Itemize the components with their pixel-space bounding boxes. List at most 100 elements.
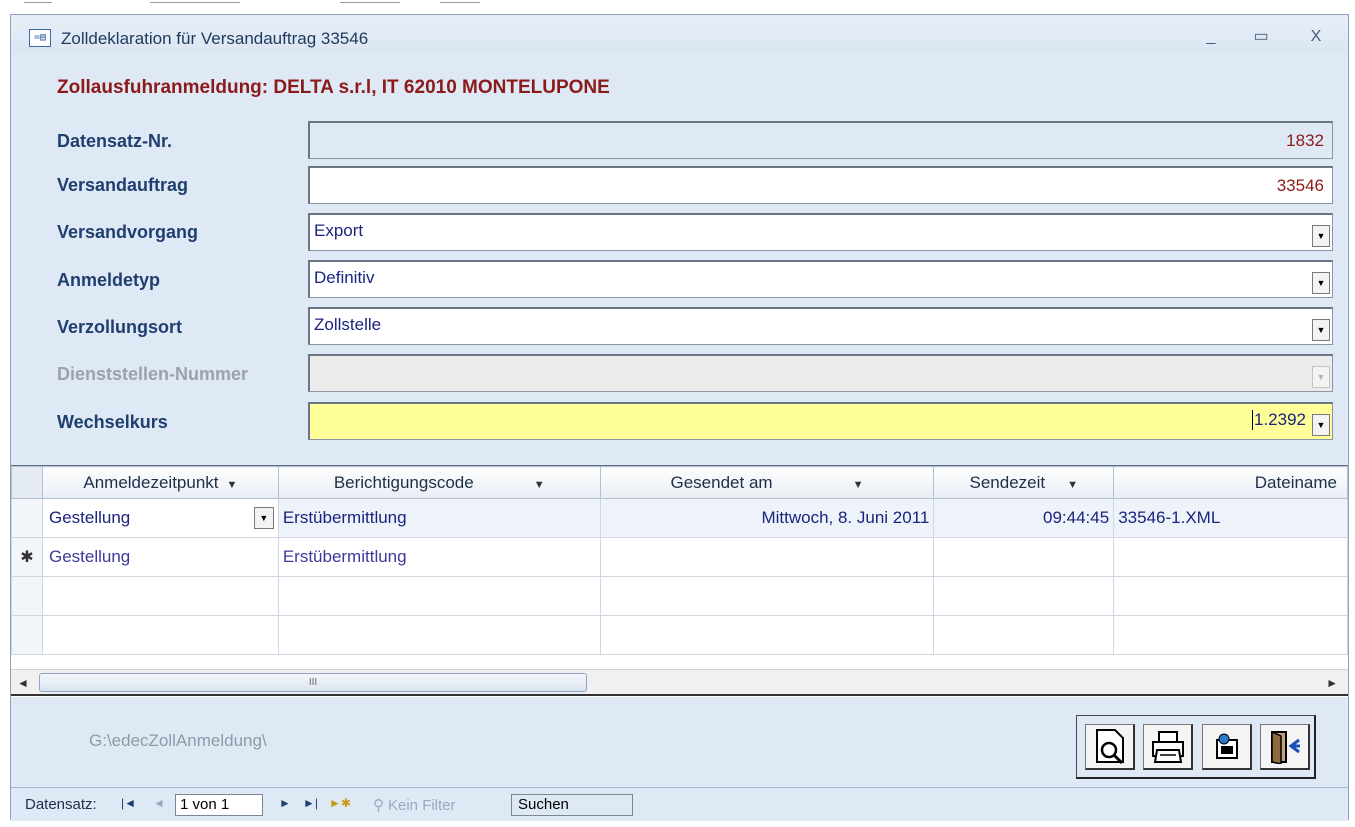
datensatz-field[interactable]: 1832 (308, 121, 1333, 159)
exit-button[interactable] (1260, 724, 1310, 770)
cell-sendezeit: 09:44:45 (1043, 508, 1110, 527)
wechselkurs-label: Wechselkurs (57, 412, 168, 432)
anmeldetyp-dropdown-button[interactable]: ▼ (1312, 272, 1330, 294)
versandvorgang-label: Versandvorgang (57, 222, 199, 242)
cell-gesendet-am: Mittwoch, 8. Juni 2011 (761, 508, 930, 527)
minimize-button[interactable]: _ (1196, 25, 1226, 49)
column-header-label: Gesendet am (670, 472, 773, 492)
table-cell (1113, 615, 1348, 655)
table-cell (277, 576, 601, 616)
anmeldetyp-label: Anmeldetyp (57, 270, 161, 290)
toolbar-button-group (1076, 715, 1316, 779)
filter-label: Kein Filter (388, 797, 456, 814)
sort-arrow-icon[interactable]: ▼ (227, 479, 238, 491)
table-cell[interactable]: 09:44:45 (933, 498, 1115, 538)
table-cell[interactable]: Gestellung ▼ (41, 498, 279, 538)
sort-arrow-icon[interactable]: ▼ (534, 479, 545, 491)
cell-default-anmeldezeitpunkt: Gestellung (48, 547, 131, 566)
column-header-label: Anmeldezeitpunkt (83, 472, 219, 492)
column-header-label: Dateiname (1254, 472, 1337, 492)
table-row[interactable]: Gestellung ▼ Erstübermittlung Mittwoch, … (11, 498, 1348, 538)
table-cell[interactable]: Erstübermittlung (277, 537, 601, 577)
empty-row (11, 615, 1348, 655)
current-record-field[interactable]: 1 von 1 (175, 794, 263, 816)
versandvorgang-dropdown-button[interactable]: ▼ (1312, 225, 1330, 247)
search-input[interactable]: Suchen (511, 794, 633, 816)
table-cell (599, 615, 935, 655)
new-record-row[interactable]: ✱ Gestellung Erstübermittlung (11, 537, 1348, 577)
sort-arrow-icon[interactable]: ▼ (853, 479, 864, 491)
scroll-thumb[interactable]: III (39, 673, 587, 692)
versandvorgang-value: Export (314, 221, 364, 240)
wechselkurs-combo[interactable]: 1.2392 ▼ (308, 402, 1333, 440)
datensatz-value: 1832 (1286, 131, 1324, 150)
versandauftrag-field[interactable]: 33546 (308, 166, 1333, 204)
sort-arrow-icon[interactable]: ▼ (1067, 479, 1078, 491)
table-cell (599, 576, 935, 616)
select-all-cell[interactable] (11, 466, 43, 499)
table-cell[interactable] (599, 537, 935, 577)
column-header[interactable]: Anmeldezeitpunkt ▼ (41, 466, 279, 499)
versandauftrag-value: 33546 (1276, 176, 1324, 195)
export-path: G:\edecZollAnmeldung\ (89, 731, 267, 750)
verzollungsort-value: Zollstelle (314, 315, 382, 334)
cell-default-berichtigungscode: Erstübermittlung (282, 547, 407, 566)
form-heading: Zollausfuhranmeldung: DELTA s.r.l, IT 62… (57, 77, 610, 98)
datensatz-label: Datensatz-Nr. (57, 131, 173, 151)
table-cell[interactable] (1113, 537, 1348, 577)
form-window: =▤ Zolldeklaration für Versandauftrag 33… (10, 14, 1349, 821)
title-bar: =▤ Zolldeklaration für Versandauftrag 33… (11, 15, 1348, 53)
table-cell[interactable]: Erstübermittlung (277, 498, 601, 538)
scroll-right-icon[interactable]: ► (1326, 676, 1338, 690)
table-cell (41, 615, 279, 655)
row-selector[interactable] (11, 498, 43, 538)
export-button[interactable] (1202, 724, 1252, 770)
window-title: Zolldeklaration für Versandauftrag 33546 (61, 29, 369, 48)
last-record-button[interactable]: ►| (303, 796, 318, 810)
form-header: Zollausfuhranmeldung: DELTA s.r.l, IT 62… (11, 53, 1348, 465)
verzollungsort-dropdown-button[interactable]: ▼ (1312, 319, 1330, 341)
verzollungsort-combo[interactable]: Zollstelle ▼ (308, 307, 1333, 345)
table-cell (277, 615, 601, 655)
dienststellen-label: Dienststellen-Nummer (57, 364, 249, 384)
column-header[interactable]: Berichtigungscode ▼ (277, 466, 601, 499)
scroll-left-icon[interactable]: ◄ (17, 676, 29, 690)
export-icon (1215, 733, 1238, 759)
preview-icon (1095, 729, 1124, 765)
horizontal-scrollbar[interactable]: ◄ III ► (11, 669, 1348, 696)
dienststellen-dropdown-button: ▼ (1312, 366, 1330, 388)
wechselkurs-dropdown-button[interactable]: ▼ (1312, 414, 1330, 436)
anmeldetyp-combo[interactable]: Definitiv ▼ (308, 260, 1333, 298)
close-button[interactable]: X (1301, 25, 1331, 49)
anmeldetyp-value: Definitiv (314, 268, 375, 287)
datasheet: Anmeldezeitpunkt ▼ Berichtigungscode ▼ Ges… (11, 465, 1348, 697)
row-dropdown-button[interactable]: ▼ (253, 507, 274, 529)
table-cell[interactable] (933, 537, 1115, 577)
record-navigation-bar: Datensatz: |◄ ◄ 1 von 1 ► ►| ►✱ ⚲ Kein Fi… (11, 787, 1348, 821)
table-cell (1113, 576, 1348, 616)
column-header-label: Berichtigungscode (333, 472, 474, 492)
column-header[interactable]: Sendezeit ▼ (933, 466, 1115, 499)
previous-record-button[interactable]: ◄ (153, 796, 165, 810)
next-record-button[interactable]: ► (279, 796, 291, 810)
filter-toggle[interactable]: ⚲ Kein Filter (373, 796, 456, 814)
preview-button[interactable] (1085, 724, 1135, 770)
print-button[interactable] (1143, 724, 1193, 770)
cell-anmeldezeitpunkt: Gestellung (48, 508, 131, 527)
table-cell[interactable]: Gestellung (41, 537, 279, 577)
new-record-button[interactable]: ►✱ (329, 796, 351, 810)
background-strip (0, 0, 1355, 14)
table-cell[interactable]: 33546-1.XML (1113, 498, 1348, 538)
table-cell (933, 615, 1115, 655)
first-record-button[interactable]: |◄ (121, 796, 136, 810)
versandvorgang-combo[interactable]: Export ▼ (308, 213, 1333, 251)
column-header[interactable]: Gesendet am ▼ (599, 466, 935, 499)
row-selector (11, 576, 43, 616)
form-footer: G:\edecZollAnmeldung\ (11, 697, 1348, 787)
column-header[interactable]: Dateiname (1113, 466, 1348, 499)
maximize-button[interactable]: ▭ (1246, 25, 1276, 49)
table-cell[interactable]: Mittwoch, 8. Juni 2011 (599, 498, 935, 538)
new-record-marker: ✱ (11, 537, 43, 577)
cell-berichtigungscode: Erstübermittlung (282, 508, 407, 527)
cell-dateiname: 33546-1.XML (1118, 508, 1221, 527)
